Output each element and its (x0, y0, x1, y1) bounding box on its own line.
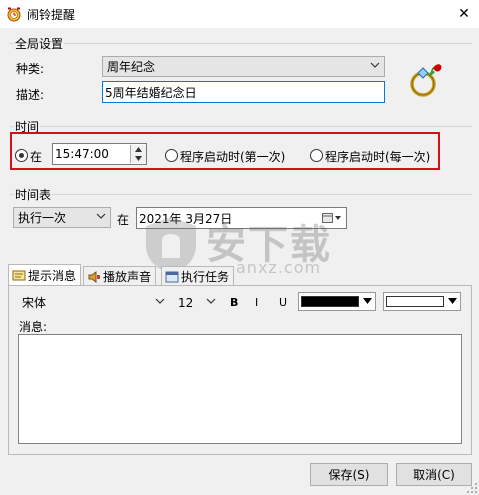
close-button[interactable]: ✕ (449, 0, 479, 28)
italic-button[interactable]: I (255, 296, 258, 309)
underline-button[interactable]: U (279, 296, 287, 309)
chevron-down-icon (96, 213, 106, 219)
description-field[interactable]: 5周年结婚纪念日 (102, 81, 385, 103)
alarm-app-icon (7, 7, 21, 22)
description-label: 描述: (16, 88, 45, 102)
schedule-separator (10, 194, 472, 195)
frequency-dropdown-value: 执行一次 (18, 211, 67, 225)
bold-button[interactable]: B (230, 296, 238, 309)
kind-label: 种类: (16, 62, 45, 76)
font-size-dropdown[interactable]: 12 (173, 292, 221, 313)
global-settings-label: 全局设置 (14, 35, 65, 52)
chevron-down-icon (370, 62, 380, 68)
save-button-label: 保存(S) (328, 468, 370, 482)
cancel-button-label: 取消(C) (413, 468, 455, 482)
chevron-down-icon (206, 298, 216, 304)
close-icon: ✕ (458, 6, 470, 22)
message-textarea[interactable] (18, 334, 462, 444)
schedule-at-label: 在 (117, 213, 130, 227)
kind-dropdown-value: 周年纪念 (107, 60, 156, 74)
tab-message-label: 提示消息 (28, 269, 77, 283)
save-button[interactable]: 保存(S) (310, 463, 388, 486)
message-label: 消息: (19, 320, 48, 334)
tab-sound[interactable]: 播放声音 (83, 266, 157, 286)
font-dropdown[interactable]: 宋体 (17, 292, 170, 313)
date-picker-value: 2021年 3月27日 (139, 211, 233, 226)
frequency-dropdown[interactable]: 执行一次 (13, 207, 111, 228)
background-color-picker[interactable] (383, 292, 461, 311)
caret-down-icon (363, 298, 372, 304)
tab-message[interactable]: 提示消息 (8, 264, 82, 286)
watermark-text-small: anxz.com (236, 258, 322, 277)
message-icon (12, 270, 26, 280)
speaker-icon (88, 270, 100, 283)
anniversary-ring-icon (410, 64, 442, 97)
font-dropdown-value: 宋体 (22, 296, 47, 310)
schedule-label: 时间表 (14, 186, 53, 203)
task-icon (165, 271, 179, 282)
resize-grip-icon[interactable] (466, 482, 478, 494)
tab-sound-label: 播放声音 (103, 270, 152, 284)
cancel-button[interactable]: 取消(C) (396, 463, 472, 486)
background-color-swatch (386, 296, 444, 307)
global-settings-separator (10, 43, 472, 44)
kind-dropdown[interactable]: 周年纪念 (102, 56, 385, 77)
font-size-value: 12 (178, 295, 194, 310)
window-title: 闹铃提醒 (27, 8, 76, 22)
highlight-box (10, 132, 440, 170)
tab-task-label: 执行任务 (181, 270, 230, 284)
tab-task[interactable]: 执行任务 (161, 266, 235, 286)
time-separator (10, 126, 472, 127)
text-color-swatch (301, 296, 359, 307)
caret-down-icon (448, 298, 457, 304)
calendar-dropdown-icon (322, 213, 341, 223)
description-field-value: 5周年结婚纪念日 (105, 85, 197, 100)
chevron-down-icon (155, 298, 165, 304)
date-picker[interactable]: 2021年 3月27日 (136, 207, 347, 229)
text-color-picker[interactable] (298, 292, 376, 311)
